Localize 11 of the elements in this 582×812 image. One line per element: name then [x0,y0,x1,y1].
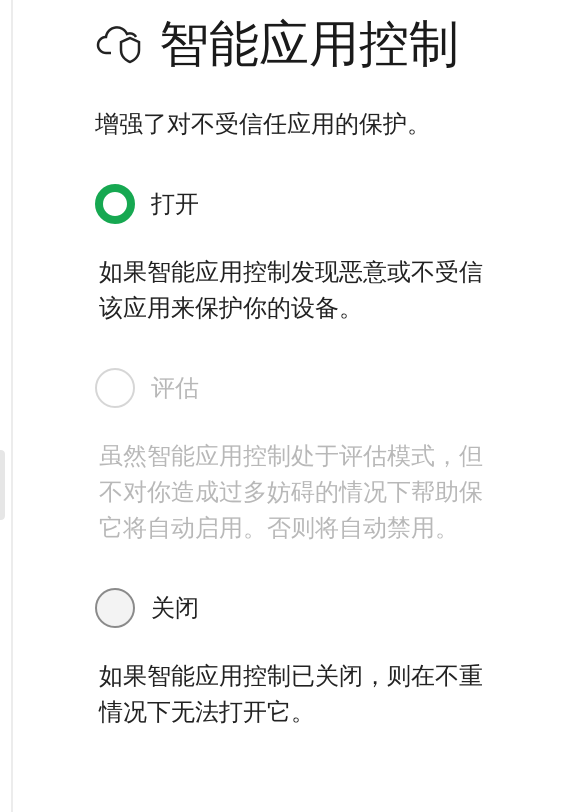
option-description: 如果智能应用控制已关闭，则在不重 [99,661,483,692]
page-subtitle: 增强了对不受信任应用的保护。 [95,109,432,140]
option-description: 该应用来保护你的设备。 [99,293,364,324]
radio-option[interactable]: 关闭 [95,588,199,628]
option-description: 情况下无法打开它。 [99,697,316,728]
radio-option[interactable]: 打开 [95,184,199,224]
page-title: 智能应用控制 [159,14,459,75]
option-description: 不对你造成过多妨碍的情况下帮助保 [99,477,483,508]
option-description: 如果智能应用控制发现恶意或不受信 [99,257,483,288]
option-description: 虽然智能应用控制处于评估模式，但 [99,441,483,472]
option-description: 它将自动启用。否则将自动禁用。 [99,513,460,544]
